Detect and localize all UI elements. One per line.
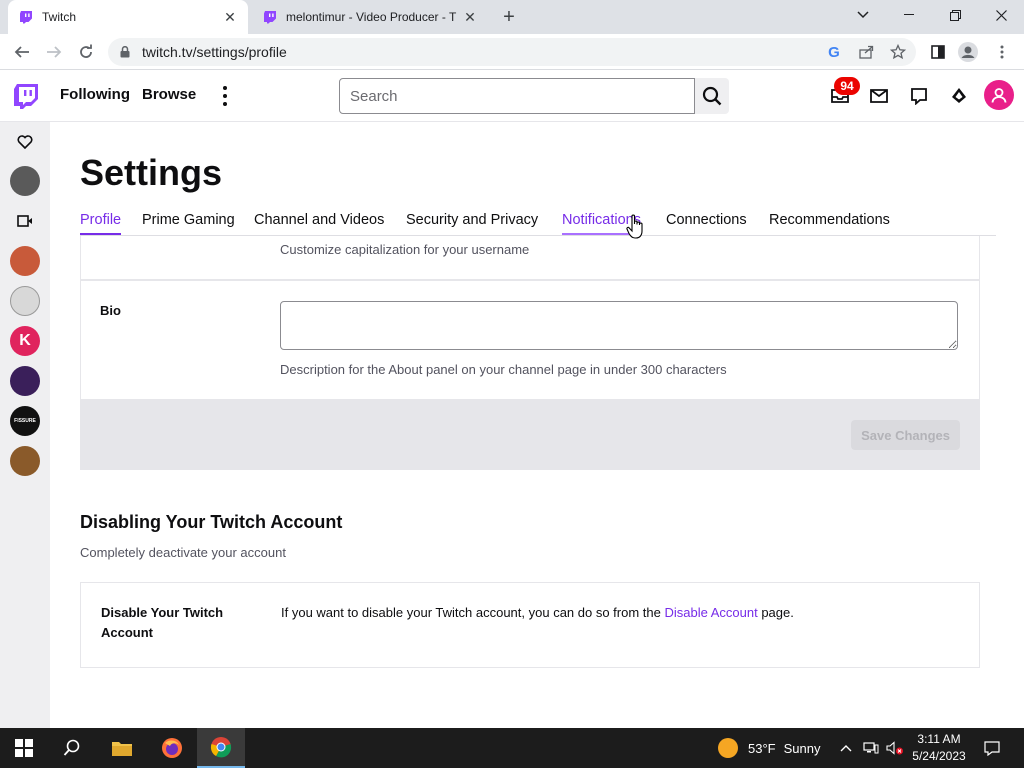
page-title: Settings	[80, 152, 223, 193]
hand-cursor-icon	[626, 214, 646, 240]
channel-avatar[interactable]: K	[10, 326, 40, 356]
heart-followed-icon[interactable]	[15, 132, 35, 152]
browser-toolbar: twitch.tv/settings/profile G	[0, 34, 1024, 70]
system-clock[interactable]: 3:11 AM 5/24/2023	[906, 731, 972, 765]
notification-center-icon[interactable]	[978, 728, 1006, 768]
sun-icon	[718, 738, 738, 758]
settings-tabs: Profile Prime Gaming Channel and Videos …	[80, 212, 996, 236]
more-options-icon[interactable]	[218, 84, 232, 108]
side-panel-icon[interactable]	[928, 42, 948, 62]
tab-recommendations[interactable]: Recommendations	[769, 212, 890, 235]
notification-count-badge: 94	[834, 77, 860, 95]
twitch-top-nav: Following Browse 94	[0, 70, 1024, 122]
search-icon	[702, 86, 722, 106]
username-help-text: Customize capitalization for your userna…	[280, 242, 530, 257]
chevron-up-icon[interactable]	[838, 728, 854, 768]
channel-avatar[interactable]	[10, 246, 40, 276]
channel-avatar[interactable]	[10, 446, 40, 476]
chrome-menu-icon[interactable]	[992, 42, 1012, 62]
new-tab-icon[interactable]: +	[498, 6, 520, 28]
bio-label: Bio	[100, 303, 121, 318]
google-icon[interactable]: G	[824, 42, 844, 62]
volume-muted-icon[interactable]	[884, 728, 906, 768]
restore-icon[interactable]	[932, 0, 978, 30]
close-window-icon[interactable]	[978, 0, 1024, 30]
browser-tab-video-producer[interactable]: melontimur - Video Producer - T ✕	[252, 0, 488, 34]
tab-search-chevron-icon[interactable]	[840, 0, 886, 30]
username-card	[80, 236, 980, 280]
twitch-favicon-icon	[262, 9, 278, 25]
share-icon[interactable]	[856, 42, 876, 62]
tab-channel-and-videos[interactable]: Channel and Videos	[254, 212, 384, 235]
disable-account-card: Disable Your Twitch Account If you want …	[80, 582, 980, 668]
channel-avatar[interactable]	[10, 286, 40, 316]
disable-section-subtitle: Completely deactivate your account	[80, 545, 286, 560]
browser-tab-strip: Twitch ✕ melontimur - Video Producer - T…	[0, 0, 1024, 34]
disable-account-link[interactable]: Disable Account	[664, 605, 757, 620]
search-input[interactable]	[339, 78, 695, 114]
browse-link[interactable]: Browse	[142, 86, 196, 103]
chrome-icon[interactable]	[197, 728, 245, 768]
user-avatar[interactable]	[984, 80, 1014, 110]
close-tab-icon[interactable]: ✕	[462, 9, 478, 25]
back-arrow-icon[interactable]	[10, 40, 34, 64]
browser-tab-twitch[interactable]: Twitch ✕	[8, 0, 248, 34]
left-rail: K FISSURE	[0, 122, 50, 728]
minimize-icon[interactable]	[886, 0, 932, 30]
search-icon[interactable]	[48, 728, 96, 768]
bio-help-text: Description for the About panel on your …	[280, 362, 727, 377]
disable-text-after: page.	[757, 605, 794, 620]
twitch-favicon-icon	[18, 9, 34, 25]
twitch-logo-icon[interactable]	[12, 82, 40, 110]
tab-prime-gaming[interactable]: Prime Gaming	[142, 212, 235, 235]
close-tab-icon[interactable]: ✕	[222, 9, 238, 25]
search-button[interactable]	[695, 78, 729, 114]
file-explorer-icon[interactable]	[98, 728, 146, 768]
tab-security-and-privacy[interactable]: Security and Privacy	[406, 212, 538, 235]
disable-text-before: If you want to disable your Twitch accou…	[281, 605, 665, 620]
clock-time: 3:11 AM	[917, 732, 961, 746]
save-changes-button[interactable]: Save Changes	[851, 420, 960, 450]
lock-icon	[120, 46, 134, 58]
following-link[interactable]: Following	[60, 86, 130, 103]
forward-arrow-icon[interactable]	[42, 40, 66, 64]
windows-taskbar: 53°F Sunny 3:11 AM 5/24/2023	[0, 728, 1024, 768]
profile-icon[interactable]	[958, 42, 978, 62]
settings-main: Settings Profile Prime Gaming Channel an…	[50, 122, 1024, 728]
bio-input[interactable]	[280, 301, 958, 350]
channel-avatar[interactable]	[10, 366, 40, 396]
windows-start-icon[interactable]	[0, 728, 48, 768]
whispers-mail-icon[interactable]	[867, 84, 891, 108]
bits-gem-icon[interactable]	[947, 84, 971, 108]
firefox-icon[interactable]	[148, 728, 196, 768]
tab-profile[interactable]: Profile	[80, 212, 122, 235]
channel-avatar[interactable]	[10, 166, 40, 196]
tab-title: Twitch	[42, 10, 77, 24]
reload-icon[interactable]	[74, 40, 98, 64]
chat-bubble-icon[interactable]	[907, 84, 931, 108]
tab-connections[interactable]: Connections	[666, 212, 747, 235]
address-bar[interactable]: twitch.tv/settings/profile	[108, 38, 916, 66]
clock-date: 5/24/2023	[912, 749, 966, 763]
save-bar: Save Changes	[80, 400, 980, 470]
url-text: twitch.tv/settings/profile	[142, 44, 287, 60]
tab-title: melontimur - Video Producer - T	[286, 10, 457, 24]
temperature: 53°F	[748, 740, 776, 756]
weather-condition: Sunny	[783, 740, 821, 756]
disable-account-text: If you want to disable your Twitch accou…	[281, 605, 794, 620]
network-icon[interactable]	[860, 728, 882, 768]
video-camera-icon[interactable]	[15, 211, 35, 231]
disable-account-label: Disable Your Twitch Account	[101, 605, 224, 640]
bookmark-star-icon[interactable]	[888, 42, 908, 62]
disable-section-title: Disabling Your Twitch Account	[80, 512, 343, 532]
channel-avatar[interactable]: FISSURE	[10, 406, 40, 436]
weather-widget[interactable]: 53°F Sunny	[718, 728, 820, 768]
